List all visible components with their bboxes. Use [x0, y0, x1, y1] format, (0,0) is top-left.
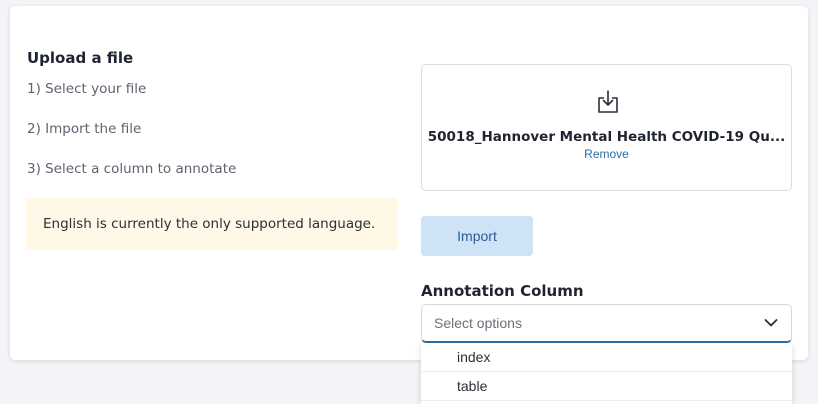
step-select-file: 1) Select your file	[27, 81, 147, 97]
annotation-options-menu: index table	[421, 343, 792, 404]
language-notice-text: English is currently the only supported …	[43, 216, 376, 232]
file-dropzone[interactable]: 50018_Hannover Mental Health COVID-19 Qu…	[421, 64, 792, 191]
step-select-column: 3) Select a column to annotate	[27, 161, 237, 177]
remove-file-link[interactable]: Remove	[422, 147, 791, 161]
download-tray-icon	[598, 90, 618, 113]
upload-title: Upload a file	[27, 49, 134, 67]
option-label: index	[457, 349, 491, 365]
step-import-file: 2) Import the file	[27, 121, 142, 137]
select-placeholder: Select options	[434, 315, 522, 331]
option-index[interactable]: index	[421, 343, 792, 372]
annotation-column-select[interactable]: Select options	[421, 304, 792, 343]
annotation-column-label: Annotation Column	[421, 282, 584, 300]
uploaded-file-name: 50018_Hannover Mental Health COVID-19 Qu…	[427, 129, 786, 145]
import-button[interactable]: Import	[421, 216, 533, 256]
option-table[interactable]: table	[421, 372, 792, 401]
language-notice: English is currently the only supported …	[26, 198, 397, 250]
option-label: table	[457, 378, 488, 394]
chevron-down-icon[interactable]	[764, 318, 778, 328]
